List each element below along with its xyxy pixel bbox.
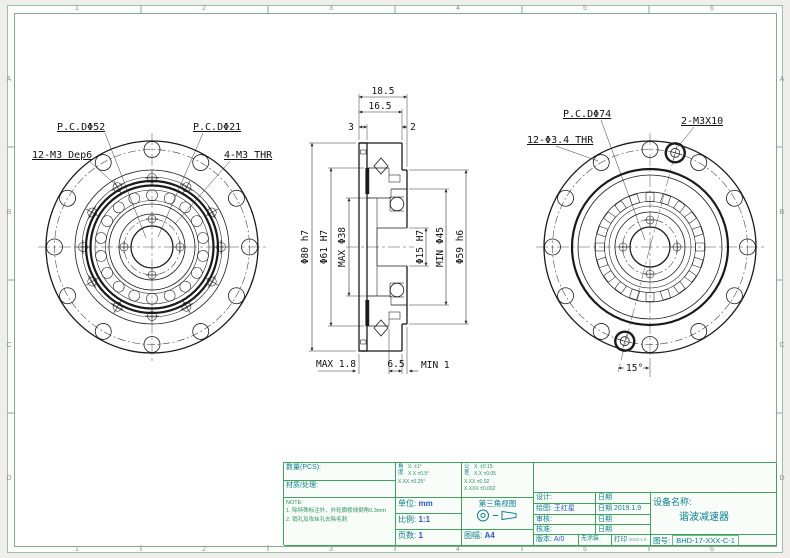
unit-value: mm <box>418 499 432 508</box>
dim-2: 2 <box>410 122 416 133</box>
third-angle-symbol-icon <box>468 508 528 523</box>
note-title: NOTE: <box>286 499 393 507</box>
drawing-no-cell: 图号: BHD-17-XXX-C-1 <box>651 535 777 546</box>
draft-date-cell: 日期 2019.1.9 <box>596 504 651 515</box>
dim-18-5: 18.5 <box>372 86 395 97</box>
approve-cell: 核准: <box>534 525 596 535</box>
drawing-no-value: BHD-17-XXX-C-1 <box>672 535 739 546</box>
dim-d61: Φ61 H7 <box>319 230 330 264</box>
approve-date-cell: 日期 <box>596 525 651 535</box>
projection-label: 第三角视图 <box>464 499 531 508</box>
notes-cell: NOTE: 1. 除特殊标注外，外轮廓棱线倒角0.3mm 2. 销孔及攻丝孔去除… <box>284 498 396 546</box>
qty-label: 数量(PCS): <box>286 464 321 471</box>
left-view: P.C.DΦ52 P.C.DΦ21 12-M3 Dep6 4-M3 THR <box>32 122 273 361</box>
right-2m3x10-label: 2-M3X10 <box>681 116 723 127</box>
check-cell: 审核: <box>534 515 596 525</box>
pages-label: 页数: <box>398 531 416 540</box>
note-2: 2. 销孔及攻丝孔去除毛刺 <box>286 516 393 524</box>
unit-cell: 单位: mm <box>396 498 462 514</box>
pages-value: 1 <box>418 531 422 540</box>
note-1: 1. 除特殊标注外，外轮廓棱线倒角0.3mm <box>286 507 393 515</box>
angle-tolerance-cell: 角度 X. ±1° X.X ±0.5° X.XX ±0.25° <box>396 463 462 498</box>
finish-cell: 无涂装 <box>579 535 612 546</box>
print-value: 2019.1.9 <box>629 537 647 542</box>
left-12m3-label: 12-M3 Dep6 <box>32 150 92 161</box>
drawing-no-label: 图号: <box>653 536 670 545</box>
qty-cell: 数量(PCS): <box>284 463 396 481</box>
material-cell: 材质/处理: <box>284 481 396 498</box>
design-date-cell: 日期 <box>596 493 651 504</box>
left-pcd21-label: P.C.DΦ21 <box>193 122 241 133</box>
drawing-sheet: 1 2 3 4 5 6 1 2 3 4 5 6 A B C D A B C D <box>0 0 790 558</box>
right-pcd74-label: P.C.DΦ74 <box>563 109 611 120</box>
left-pcd52-label: P.C.DΦ52 <box>57 122 105 133</box>
scale-label: 比例: <box>398 515 416 524</box>
right-view: P.C.DΦ74 2-M3X10 12-Φ3.4 THR 15° <box>527 109 764 377</box>
draft-date-value: 2019.1.9 <box>614 505 641 512</box>
format-label: 图幅: <box>464 531 482 540</box>
section-view: 18.5 16.5 3 2 Φ80 h7 Φ61 H7 MAX Φ38 <box>300 86 469 374</box>
linear-tol-label: 公差 <box>464 464 472 476</box>
right-15deg-label: 15° <box>626 363 643 374</box>
dim-d45: MIN Φ45 <box>435 227 446 267</box>
scale-value: 1:1 <box>418 515 430 524</box>
dim-3: 3 <box>348 122 354 133</box>
dim-d80: Φ80 h7 <box>300 230 311 264</box>
print-cell: 打印 2019.1.9 <box>612 535 651 546</box>
version-value: A/0 <box>554 536 565 543</box>
spare-cell <box>534 463 777 493</box>
draft-name: 王红星 <box>554 505 575 512</box>
dim-max18: MAX 1.8 <box>316 359 356 370</box>
left-4m3-label: 4-M3 THR <box>224 150 273 161</box>
device-name-cell: 设备名称: 谐波减速器 <box>651 493 777 535</box>
pages-cell: 页数: 1 <box>396 530 462 546</box>
dim-d15: Φ15 H7 <box>415 230 426 264</box>
right-12d34-label: 12-Φ3.4 THR <box>527 135 594 146</box>
scale-cell: 比例: 1:1 <box>396 514 462 530</box>
format-cell: 图幅: A4 <box>462 530 534 546</box>
dim-min1: MIN 1 <box>421 360 450 371</box>
dim-65: 6.5 <box>387 359 404 370</box>
check-date-cell: 日期 <box>596 515 651 525</box>
design-cell: 设计: <box>534 493 596 504</box>
dim-16-5: 16.5 <box>369 101 392 112</box>
title-block: 数量(PCS): 材质/处理: NOTE: 1. 除特殊标注外，外轮廓棱线倒角0… <box>283 462 776 545</box>
version-cell: 版本: A/0 <box>534 535 579 546</box>
material-label: 材质/处理: <box>286 482 318 489</box>
dim-d38: MAX Φ38 <box>337 227 348 267</box>
dim-d59: Φ59 h6 <box>455 230 466 265</box>
device-label: 设备名称: <box>653 497 774 508</box>
projection-cell: 第三角视图 <box>462 498 534 530</box>
draft-cell: 绘图: 王红星 <box>534 504 596 515</box>
linear-tolerance-cell: 公差 X. ±0.15 X.X ±0.05 X.XX ±0.02 X.XXX ±… <box>462 463 534 498</box>
format-value: A4 <box>484 531 494 540</box>
angle-tol-label: 角度 <box>398 464 406 476</box>
unit-label: 单位: <box>398 499 416 508</box>
device-name: 谐波减速器 <box>679 512 774 525</box>
